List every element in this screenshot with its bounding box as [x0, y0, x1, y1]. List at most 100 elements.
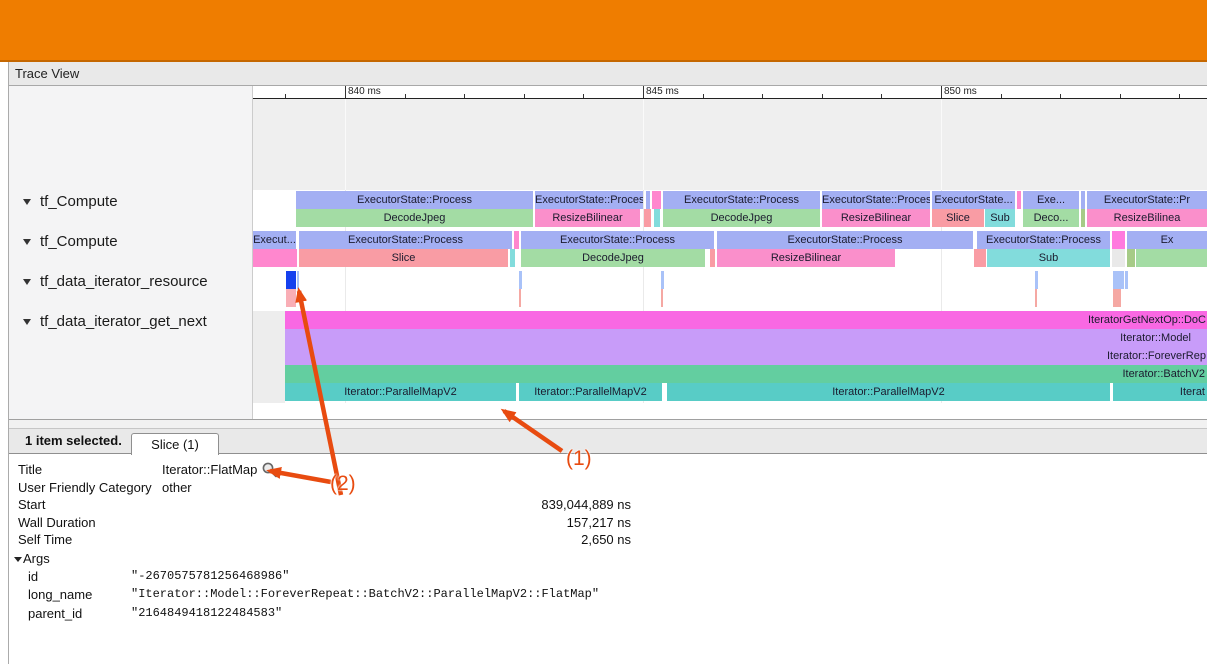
arg-key: parent_id — [28, 605, 82, 622]
trace-event[interactable]: Iterator::ForeverRep — [285, 347, 1207, 365]
expander-down-icon[interactable] — [23, 239, 31, 245]
search-icon[interactable] — [261, 461, 278, 478]
trace-event[interactable]: ExecutorState... — [932, 191, 1015, 209]
expander-down-icon[interactable] — [14, 557, 22, 562]
sidebar-track-item[interactable]: tf_Compute — [9, 193, 252, 211]
trace-event[interactable]: Iterator::ParallelMapV2 — [285, 383, 516, 401]
args-section-header[interactable]: Args — [14, 551, 50, 567]
trace-event[interactable]: Execut... — [253, 231, 296, 249]
trace-event[interactable] — [1113, 271, 1124, 289]
trace-event[interactable] — [710, 249, 715, 267]
trace-event[interactable]: DecodeJpeg — [521, 249, 705, 267]
trace-event[interactable]: Iterator::ParallelMapV2 — [667, 383, 1110, 401]
trace-event[interactable] — [1035, 271, 1038, 289]
trace-event[interactable]: ExecutorState::Pr — [1087, 191, 1207, 209]
trace-event[interactable]: ExecutorState::Process — [535, 191, 643, 209]
trace-event[interactable] — [514, 231, 519, 249]
trace-event[interactable]: ResizeBilinea — [1087, 209, 1207, 227]
trace-event[interactable] — [1125, 271, 1128, 289]
trace-event[interactable] — [1136, 249, 1207, 267]
ruler-label: 840 ms — [348, 86, 381, 97]
trace-event[interactable]: DecodeJpeg — [296, 209, 533, 227]
trace-event[interactable]: ExecutorState::Process — [822, 191, 930, 209]
trace-event[interactable] — [974, 249, 986, 267]
timeline-left-margin — [253, 311, 285, 403]
track-label-text: tf_Compute — [40, 233, 118, 250]
trace-event[interactable] — [644, 209, 651, 227]
ruler-minor-tick — [762, 94, 763, 98]
trace-event[interactable] — [654, 209, 660, 227]
detail-label: Title — [18, 461, 42, 478]
trace-event[interactable]: Iterator::Model — [285, 329, 1207, 347]
trace-event[interactable] — [286, 289, 296, 307]
ruler-minor-tick — [1120, 94, 1121, 98]
trace-event[interactable] — [1112, 231, 1125, 249]
expander-down-icon[interactable] — [23, 199, 31, 205]
trace-event[interactable] — [1112, 249, 1125, 267]
trace-event[interactable]: ExecutorState::Process — [521, 231, 714, 249]
panel-splitter[interactable] — [9, 419, 1207, 429]
arg-key: id — [28, 568, 38, 585]
trace-event[interactable]: ExecutorState::Process — [663, 191, 820, 209]
arg-row: parent_id"2164849418122484583" — [9, 605, 1207, 622]
trace-event[interactable] — [519, 289, 521, 307]
trace-event[interactable]: Slice — [299, 249, 508, 267]
trace-event[interactable] — [646, 191, 650, 209]
trace-event[interactable]: Slice — [932, 209, 984, 227]
trace-event[interactable] — [1113, 289, 1121, 307]
trace-event[interactable] — [661, 271, 664, 289]
trace-event[interactable]: Deco... — [1023, 209, 1079, 227]
sidebar-track-item[interactable]: tf_Compute — [9, 233, 252, 251]
sidebar-track-item[interactable]: tf_data_iterator_resource — [9, 273, 252, 291]
ruler-minor-tick — [524, 94, 525, 98]
trace-event[interactable] — [510, 249, 515, 267]
trace-event[interactable] — [661, 289, 663, 307]
tab-slice[interactable]: Slice (1) — [131, 433, 219, 455]
timeline[interactable]: 840 ms845 ms850 ms ExecutorState::Proces… — [253, 86, 1207, 419]
trace-event[interactable]: Ex — [1127, 231, 1207, 249]
trace-event[interactable]: ResizeBilinear — [717, 249, 895, 267]
detail-label: Wall Duration — [18, 514, 96, 531]
ruler-minor-tick — [881, 94, 882, 98]
trace-event[interactable] — [286, 271, 296, 289]
detail-value: other — [162, 479, 192, 496]
detail-value-numeric: 157,217 ns — [409, 514, 631, 531]
track-label-text: tf_Compute — [40, 193, 118, 210]
sidebar-track-item[interactable]: tf_data_iterator_get_next — [9, 313, 252, 331]
expander-down-icon[interactable] — [23, 319, 31, 325]
track-label-text: tf_data_iterator_resource — [40, 273, 208, 290]
trace-event[interactable] — [1127, 249, 1135, 267]
detail-row: Start839,044,889 ns — [9, 496, 1207, 513]
top-banner — [0, 0, 1207, 62]
trace-event[interactable]: Sub — [987, 249, 1110, 267]
tracks-sidebar: tf_Compute tf_Compute tf_data_iterator_res… — [9, 86, 253, 419]
trace-event[interactable] — [297, 271, 299, 289]
trace-event[interactable]: DecodeJpeg — [663, 209, 820, 227]
trace-event[interactable] — [1081, 191, 1085, 209]
trace-event[interactable] — [1081, 209, 1085, 227]
ruler-major-tick — [941, 86, 942, 98]
expander-down-icon[interactable] — [23, 279, 31, 285]
trace-event[interactable]: Iterator::ParallelMapV2 — [519, 383, 662, 401]
trace-event[interactable] — [253, 249, 297, 267]
trace-event[interactable] — [652, 191, 661, 209]
trace-event[interactable]: Sub — [985, 209, 1015, 227]
trace-event[interactable]: ExecutorState::Process — [296, 191, 533, 209]
trace-event[interactable]: IteratorGetNextOp::DoC — [285, 311, 1207, 329]
ruler-minor-tick — [822, 94, 823, 98]
trace-event[interactable]: ExecutorState::Process — [299, 231, 512, 249]
trace-event[interactable]: ExecutorState::Process — [717, 231, 973, 249]
ruler-minor-tick — [1179, 94, 1180, 98]
trace-event[interactable]: Exe... — [1023, 191, 1079, 209]
trace-event[interactable] — [519, 271, 522, 289]
trace-event[interactable]: Iterat — [1113, 383, 1207, 401]
trace-event[interactable]: ExecutorState::Process — [977, 231, 1110, 249]
details-tab-bar: 1 item selected. Slice (1) — [9, 429, 1207, 454]
ruler-minor-tick — [583, 94, 584, 98]
trace-event[interactable] — [1017, 191, 1021, 209]
trace-event[interactable]: ResizeBilinear — [535, 209, 640, 227]
ruler-minor-tick — [1001, 94, 1002, 98]
trace-event[interactable]: Iterator::BatchV2 — [285, 365, 1207, 383]
trace-event[interactable] — [1035, 289, 1037, 307]
trace-event[interactable]: ResizeBilinear — [822, 209, 930, 227]
